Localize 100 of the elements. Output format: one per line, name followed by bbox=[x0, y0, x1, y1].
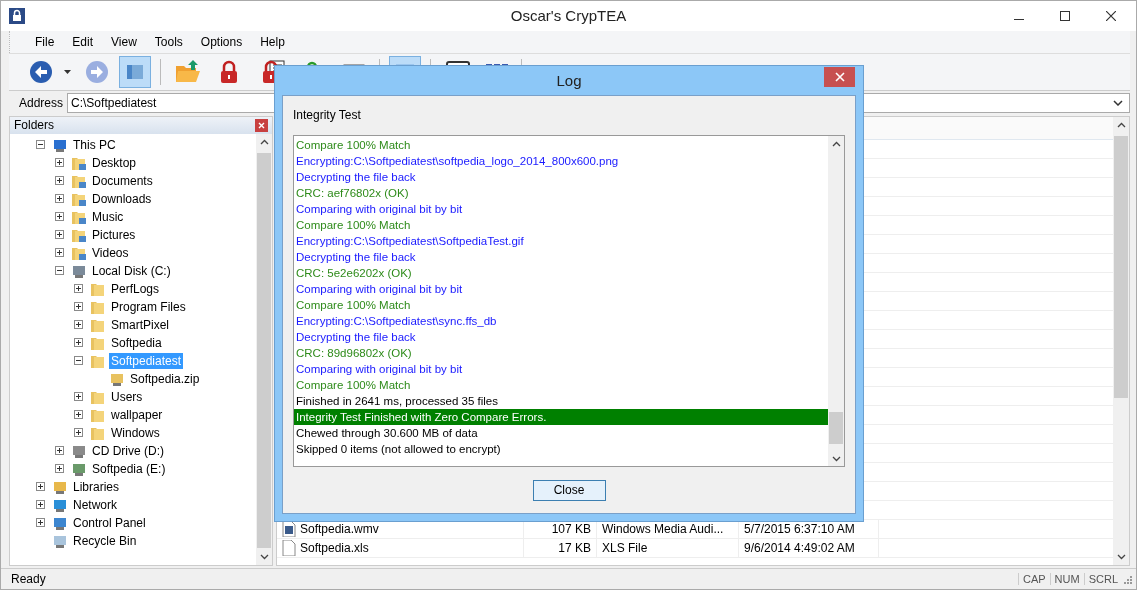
scroll-up-icon[interactable] bbox=[1116, 121, 1126, 128]
expand-icon[interactable] bbox=[55, 158, 64, 168]
scroll-thumb[interactable] bbox=[1114, 135, 1128, 398]
scrollbar[interactable] bbox=[828, 136, 844, 466]
log-line: Comparing with original bit by bit bbox=[295, 202, 464, 217]
expand-icon[interactable] bbox=[55, 248, 64, 258]
expand-icon[interactable] bbox=[74, 428, 83, 438]
file-name[interactable]: Softpedia.xls bbox=[300, 540, 369, 555]
address-label: Address bbox=[19, 95, 64, 110]
collapse-icon[interactable] bbox=[55, 266, 64, 276]
table-cell: 9/6/2014 4:49:02 AM bbox=[739, 538, 879, 557]
tree-item[interactable]: Users bbox=[109, 388, 145, 405]
scroll-thumb[interactable] bbox=[257, 152, 271, 549]
tree-item[interactable]: Program Files bbox=[109, 298, 188, 315]
expand-icon[interactable] bbox=[74, 410, 83, 420]
tree-item[interactable]: Videos bbox=[90, 244, 131, 261]
expand-icon[interactable] bbox=[36, 518, 45, 528]
tree-item[interactable]: SmartPixel bbox=[109, 316, 171, 333]
log-line: Compare 100% Match bbox=[295, 138, 412, 153]
expand-icon[interactable] bbox=[55, 176, 64, 186]
dialog-title: Log bbox=[556, 72, 582, 89]
expand-icon[interactable] bbox=[74, 302, 83, 312]
expand-icon[interactable] bbox=[55, 230, 64, 240]
log-line: Compare 100% Match bbox=[295, 378, 412, 393]
menu-item[interactable]: Options bbox=[191, 34, 252, 49]
log-line: Finished in 2641 ms, processed 35 files bbox=[295, 394, 499, 409]
log-line: Skipped 0 items (not allowed to encrypt) bbox=[295, 442, 502, 457]
close-icon[interactable] bbox=[255, 118, 268, 132]
tree-item[interactable]: Music bbox=[90, 208, 126, 225]
log-line: Encrypting:C:\Softpediatest\SoftpediaTest.gif bbox=[295, 234, 525, 249]
expand-icon[interactable] bbox=[55, 194, 64, 204]
log-line: Chewed through 30.600 MB of data bbox=[295, 426, 479, 441]
scroll-up-icon[interactable] bbox=[831, 141, 841, 147]
menu-item[interactable]: Tools bbox=[145, 34, 192, 49]
log-line: Compare 100% Match bbox=[295, 218, 412, 233]
tree-item[interactable]: Libraries bbox=[71, 478, 122, 495]
scroll-up-icon[interactable] bbox=[259, 138, 269, 145]
tree-item[interactable]: Local Disk (C:) bbox=[90, 262, 173, 279]
menu-item[interactable]: View bbox=[102, 34, 146, 49]
file-icon bbox=[282, 539, 296, 556]
tree-item[interactable]: Softpedia.zip bbox=[128, 370, 202, 387]
caret-icon bbox=[64, 69, 71, 74]
tree-item[interactable]: wallpaper bbox=[109, 406, 165, 423]
menu-item[interactable]: Edit bbox=[63, 34, 103, 49]
tree-item[interactable]: Softpedia bbox=[109, 334, 164, 351]
tree-item[interactable]: This PC bbox=[71, 136, 118, 153]
close-button[interactable]: Close bbox=[532, 479, 606, 501]
log-line: Compare 100% Match bbox=[295, 298, 412, 313]
expand-icon[interactable] bbox=[74, 392, 83, 402]
scrollbar[interactable] bbox=[256, 133, 272, 566]
log-line: Comparing with original bit by bit bbox=[295, 282, 464, 297]
tree-item[interactable]: Network bbox=[71, 496, 119, 513]
status-text: Ready bbox=[11, 572, 47, 587]
expand-icon[interactable] bbox=[74, 320, 83, 330]
scroll-down-icon[interactable] bbox=[1116, 554, 1126, 561]
expand-icon[interactable] bbox=[36, 482, 45, 492]
log-line: Encrypting:C:\Softpediatest\sync.ffs_db bbox=[295, 314, 498, 329]
expand-icon[interactable] bbox=[36, 500, 45, 510]
tree-item[interactable]: Desktop bbox=[90, 154, 139, 171]
key-indicator: SCRL bbox=[1083, 573, 1122, 586]
log-line: Comparing with original bit by bit bbox=[295, 362, 464, 377]
menu-item[interactable]: Help bbox=[251, 34, 294, 49]
tree-item[interactable]: Downloads bbox=[90, 190, 154, 207]
scroll-down-icon[interactable] bbox=[259, 554, 269, 561]
log-line: Encrypting:C:\Softpediatest\softpedia_logo_2014_800x600.png bbox=[295, 154, 620, 169]
tree-item[interactable]: Windows bbox=[109, 424, 162, 441]
log-line: Decrypting the file back bbox=[295, 250, 417, 265]
tree-item[interactable]: CD Drive (D:) bbox=[90, 442, 166, 459]
expand-icon[interactable] bbox=[74, 284, 83, 294]
expand-icon[interactable] bbox=[74, 338, 83, 348]
key-indicator: CAP bbox=[1017, 573, 1050, 586]
tree-item[interactable]: PerfLogs bbox=[109, 280, 162, 297]
panel-title: Folders bbox=[14, 118, 54, 133]
dialog-heading: Integrity Test bbox=[293, 108, 362, 124]
expand-icon[interactable] bbox=[55, 464, 64, 474]
expand-icon[interactable] bbox=[55, 212, 64, 222]
resize-grip-icon[interactable] bbox=[1122, 574, 1132, 585]
tree-item[interactable]: Recycle Bin bbox=[71, 532, 139, 549]
scrollbar[interactable] bbox=[1113, 116, 1129, 566]
tree-item[interactable]: Documents bbox=[90, 172, 155, 189]
file-name[interactable]: Softpedia.wmv bbox=[300, 521, 379, 536]
scroll-thumb[interactable] bbox=[829, 412, 843, 444]
tree-item[interactable]: Softpedia (E:) bbox=[90, 460, 168, 477]
log-line: Decrypting the file back bbox=[295, 170, 417, 185]
tree-item[interactable]: Pictures bbox=[90, 226, 138, 243]
log-line: CRC: 89d96802x (OK) bbox=[295, 346, 413, 361]
expand-icon[interactable] bbox=[55, 446, 64, 456]
padlock-icon bbox=[9, 7, 25, 24]
collapse-icon[interactable] bbox=[36, 140, 45, 150]
menu-item[interactable]: File bbox=[26, 34, 64, 49]
maximize-icon[interactable] bbox=[1060, 10, 1070, 21]
tree-item[interactable]: Control Panel bbox=[71, 514, 148, 531]
table-cell: XLS File bbox=[597, 538, 739, 557]
close-button[interactable] bbox=[824, 67, 855, 87]
collapse-icon[interactable] bbox=[74, 356, 83, 366]
table-cell: 17 KB bbox=[524, 538, 597, 557]
log-line: Decrypting the file back bbox=[295, 330, 417, 345]
close-icon[interactable] bbox=[1106, 10, 1116, 21]
scroll-down-icon[interactable] bbox=[831, 456, 841, 462]
window-title: Oscar's CrypTEA bbox=[510, 7, 627, 25]
